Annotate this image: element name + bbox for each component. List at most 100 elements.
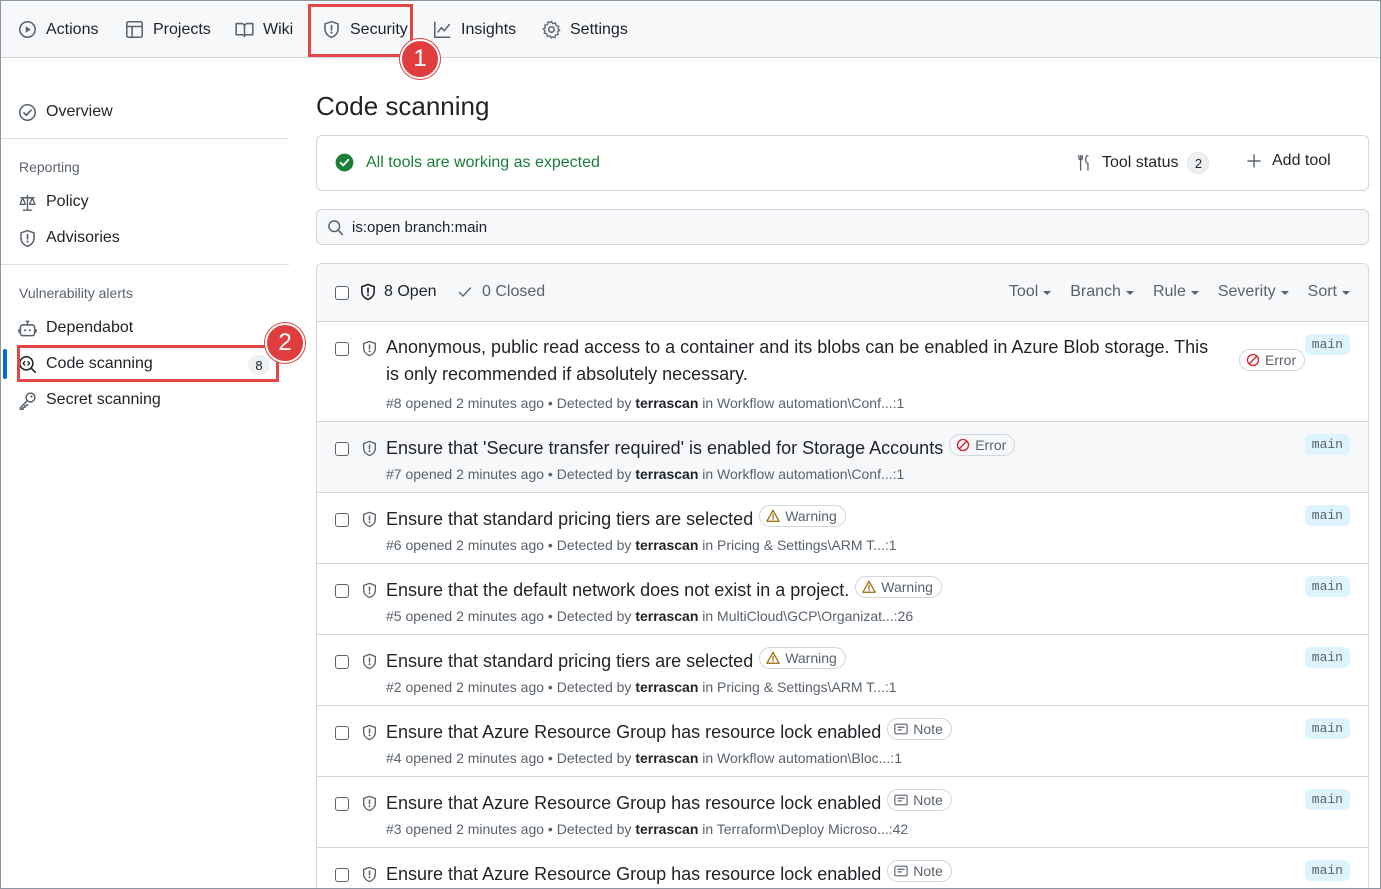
alert-title-text: Ensure that 'Secure transfer required' i… — [386, 438, 944, 458]
select-all-checkbox[interactable] — [335, 286, 349, 300]
alert-row[interactable]: Ensure that Azure Resource Group has res… — [317, 706, 1368, 777]
alert-row[interactable]: Anonymous, public read access to a conta… — [317, 322, 1368, 422]
alert-triangle-icon — [862, 580, 877, 594]
gear-icon — [542, 20, 561, 39]
alert-title[interactable]: Ensure that 'Secure transfer required' i… — [386, 434, 1016, 462]
sidebar-divider — [1, 264, 289, 265]
alert-opened: opened 2 minutes ago — [405, 608, 545, 624]
caret-down-icon — [1043, 291, 1052, 295]
tools-ok-message: All tools are working as expected — [335, 153, 600, 172]
alert-meta: #8 opened 2 minutes ago • Detected by te… — [386, 395, 905, 411]
branch-filter[interactable]: Branch — [1070, 283, 1134, 301]
shield-icon — [359, 283, 377, 301]
alert-location: in Workflow automation\Conf...:1 — [702, 466, 905, 482]
alert-title[interactable]: Ensure that Azure Resource Group has res… — [386, 789, 952, 817]
row-checkbox[interactable] — [335, 726, 349, 740]
alert-row[interactable]: Ensure that standard pricing tiers are s… — [317, 493, 1368, 564]
tool-filter[interactable]: Tool — [1009, 283, 1052, 301]
add-tool-button[interactable]: Add tool — [1246, 152, 1331, 170]
callout-1: 1 — [400, 39, 440, 79]
severity-label: Warning — [785, 508, 837, 524]
branch-label: main — [1304, 334, 1350, 355]
alert-row[interactable]: Ensure that standard pricing tiers are s… — [317, 635, 1368, 706]
alerts-list-header: 8 Open 0 Closed Tool Branch Rule Severit… — [317, 264, 1368, 322]
sidebar-item-overview[interactable]: Overview — [18, 97, 113, 127]
alert-location: in Workflow automation\Conf...:1 — [702, 395, 905, 411]
tool-status-panel: All tools are working as expected Tool s… — [316, 135, 1369, 191]
nav-actions-label: Actions — [46, 20, 99, 38]
filter-menus: Tool Branch Rule Severity Sort — [1009, 283, 1350, 301]
severity-badge-note: Note — [887, 789, 952, 811]
severity-label: Warning — [785, 650, 837, 666]
tool-status-button[interactable]: Tool status 2 — [1075, 152, 1210, 174]
row-checkbox[interactable] — [335, 655, 349, 669]
alert-location: in MultiCloud\GCP\Organizat...:26 — [702, 608, 914, 624]
nav-insights[interactable]: Insights — [433, 1, 516, 58]
alert-row[interactable]: Ensure that 'Secure transfer required' i… — [317, 422, 1368, 493]
alert-location: in Workflow automation\Bloc...:1 — [702, 750, 902, 766]
sort-filter[interactable]: Sort — [1308, 283, 1350, 301]
alert-title-text: Ensure that standard pricing tiers are s… — [386, 651, 754, 671]
open-filter[interactable]: 8 Open — [359, 283, 436, 301]
row-checkbox[interactable] — [335, 513, 349, 527]
nav-actions[interactable]: Actions — [18, 1, 98, 58]
nav-wiki-label: Wiki — [263, 20, 294, 38]
sidebar-item-policy[interactable]: Policy — [18, 187, 89, 217]
alert-location: in Pricing & Settings\ARM T...:1 — [702, 679, 897, 695]
open-filter-label: 8 Open — [384, 283, 437, 300]
tool-status-label: Tool status — [1102, 154, 1179, 171]
alert-row[interactable]: Ensure that Azure Resource Group has res… — [317, 777, 1368, 848]
check-icon — [457, 284, 473, 300]
nav-wiki[interactable]: Wiki — [235, 1, 293, 58]
alert-detected-label: Detected by — [556, 608, 632, 624]
alert-row[interactable]: Ensure that Azure Resource Group has res… — [317, 848, 1368, 888]
severity-label: Note — [913, 863, 943, 879]
branch-label: main — [1304, 718, 1350, 739]
alert-tool: terrascan — [635, 750, 699, 766]
branch-label: main — [1304, 505, 1350, 526]
nav-projects[interactable]: Projects — [125, 1, 211, 58]
alert-tool: terrascan — [635, 679, 699, 695]
branch-label: main — [1304, 434, 1350, 455]
alert-title[interactable]: Ensure that Azure Resource Group has res… — [386, 860, 952, 888]
sidebar-item-dependabot[interactable]: Dependabot — [18, 313, 133, 343]
row-checkbox[interactable] — [335, 797, 349, 811]
alert-number: #6 — [386, 537, 402, 553]
alert-number: #8 — [386, 395, 402, 411]
alert-row[interactable]: Ensure that the default network does not… — [317, 564, 1368, 635]
closed-filter[interactable]: 0 Closed — [457, 283, 545, 301]
alert-opened: opened 2 minutes ago — [405, 466, 545, 482]
alert-title[interactable]: Ensure that Azure Resource Group has res… — [386, 718, 952, 746]
row-checkbox[interactable] — [335, 442, 349, 456]
alert-meta: #2 opened 2 minutes ago • Detected by te… — [386, 679, 897, 695]
rule-filter[interactable]: Rule — [1153, 283, 1199, 301]
alert-search-bar[interactable] — [316, 209, 1369, 245]
alert-triangle-icon — [766, 509, 780, 523]
sidebar-item-label: Overview — [46, 103, 113, 120]
alert-meta: #6 opened 2 minutes ago • Detected by te… — [386, 537, 897, 553]
caret-down-icon — [1280, 291, 1289, 295]
filter-label: Severity — [1217, 283, 1276, 300]
alert-title[interactable]: Ensure that the default network does not… — [386, 576, 942, 604]
dependabot-icon — [18, 319, 37, 338]
sidebar-item-label: Policy — [46, 193, 89, 210]
severity-filter[interactable]: Severity — [1218, 283, 1289, 301]
repo-nav: Actions Projects Wiki Security Insights … — [1, 1, 1380, 58]
alert-number: #2 — [386, 679, 402, 695]
shield-icon — [18, 229, 37, 248]
caret-down-icon — [1190, 291, 1199, 295]
row-checkbox[interactable] — [335, 868, 349, 882]
alert-title[interactable]: Ensure that standard pricing tiers are s… — [386, 647, 846, 675]
sidebar-item-secret-scanning[interactable]: Secret scanning — [18, 385, 161, 415]
nav-settings[interactable]: Settings — [542, 1, 628, 58]
sidebar-item-advisories[interactable]: Advisories — [18, 223, 120, 253]
alert-title[interactable]: Anonymous, public read access to a conta… — [386, 334, 1236, 388]
nav-insights-label: Insights — [461, 20, 517, 38]
row-checkbox[interactable] — [335, 584, 349, 598]
alert-number: #4 — [386, 750, 402, 766]
search-input[interactable] — [352, 218, 1252, 236]
alert-title[interactable]: Ensure that standard pricing tiers are s… — [386, 505, 846, 533]
row-checkbox[interactable] — [335, 342, 349, 356]
alert-triangle-icon — [766, 651, 780, 665]
severity-label: Error — [1265, 352, 1297, 368]
